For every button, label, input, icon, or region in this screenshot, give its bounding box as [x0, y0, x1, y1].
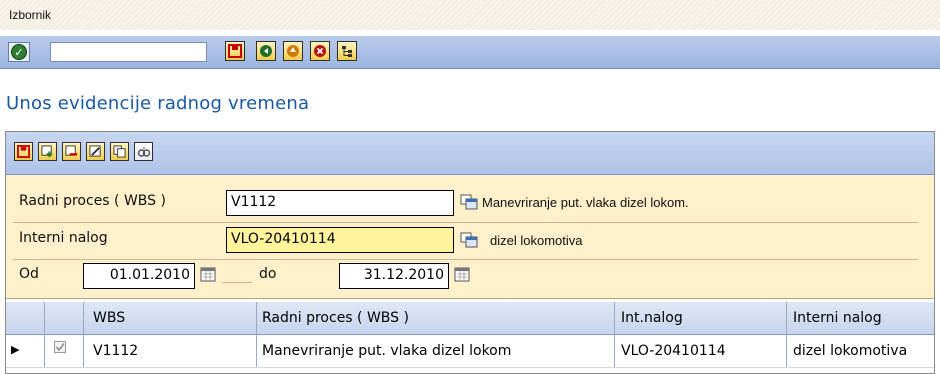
find-icon: [137, 147, 150, 157]
add-row-button[interactable]: [38, 142, 57, 161]
checkmark-icon: ✓: [11, 44, 27, 60]
copy-icon: [113, 145, 126, 158]
column-header[interactable]: Radni proces ( WBS ): [262, 310, 409, 326]
row-checkbox[interactable]: [54, 341, 66, 353]
save-button[interactable]: [225, 41, 245, 61]
order-input[interactable]: VLO-20410114: [226, 227, 454, 253]
calendar-icon[interactable]: [200, 266, 218, 282]
order-description: dizel lokomotiva: [490, 233, 583, 248]
table-header: WBS Radni proces ( WBS ) Int.nalog Inter…: [6, 302, 934, 335]
column-divider: [256, 302, 257, 367]
column-divider: [83, 302, 84, 367]
table-row[interactable]: ▶ V1112 Manevriranje put. vlaka dizel lo…: [6, 335, 934, 368]
form-divider: [13, 222, 918, 223]
column-header[interactable]: Interni nalog: [793, 310, 882, 326]
to-date-input[interactable]: 31.12.2010: [339, 263, 449, 289]
tree-button[interactable]: [337, 41, 357, 61]
order-cell: VLO-20410114: [621, 343, 726, 359]
wbs-label: Radni proces ( WBS ): [19, 193, 166, 209]
order-label: Interni nalog: [19, 230, 108, 246]
edit-button[interactable]: [86, 142, 105, 161]
wbs-cell: V1112: [93, 343, 139, 359]
process-cell: Manevriranje put. vlaka dizel lokom: [262, 343, 512, 359]
calendar-icon[interactable]: [454, 266, 472, 282]
form-divider: [13, 259, 918, 260]
panel-toolbar: [6, 132, 934, 175]
filter-form: Radni proces ( WBS ) V1112 Manevriranje …: [6, 175, 934, 299]
main-toolbar: ✓: [0, 36, 940, 69]
save-icon: [17, 145, 30, 158]
back-button[interactable]: [256, 41, 276, 61]
enter-button[interactable]: ✓: [8, 42, 30, 62]
menu-bar: Izbornik: [0, 0, 940, 30]
exit-button[interactable]: [283, 41, 303, 61]
menu-izbornik[interactable]: Izbornik: [9, 8, 51, 22]
cancel-button[interactable]: [310, 41, 330, 61]
panel-save-button[interactable]: [14, 142, 33, 161]
add-row-icon: [41, 145, 53, 158]
lookup-icon[interactable]: [460, 232, 478, 248]
back-icon: [260, 45, 272, 57]
from-label: Od: [19, 266, 39, 282]
delete-row-button[interactable]: [62, 142, 81, 161]
save-icon: [228, 44, 242, 58]
lookup-icon[interactable]: [460, 194, 478, 210]
entry-panel: Radni proces ( WBS ) V1112 Manevriranje …: [5, 131, 935, 374]
column-divider: [614, 302, 615, 367]
row-selector-icon[interactable]: ▶: [11, 343, 19, 356]
edit-icon: [89, 145, 101, 157]
copy-button[interactable]: [110, 142, 129, 161]
command-field[interactable]: [50, 42, 207, 62]
cancel-icon: [314, 45, 326, 57]
wbs-input[interactable]: V1112: [226, 190, 454, 216]
column-header[interactable]: Int.nalog: [621, 310, 683, 326]
wbs-description: Manevriranje put. vlaka dizel lokom.: [482, 195, 689, 210]
tree-icon: [342, 46, 352, 57]
column-header[interactable]: WBS: [93, 310, 125, 326]
column-divider: [44, 302, 45, 367]
date-separator: [222, 282, 252, 283]
column-divider: [786, 302, 787, 367]
exit-icon: [287, 45, 299, 57]
from-date-input[interactable]: 01.01.2010: [83, 263, 195, 289]
delete-row-icon: [65, 145, 78, 156]
to-label: do: [259, 266, 277, 282]
checkmark-icon: [55, 343, 65, 352]
page-title: Unos evidencije radnog vremena: [6, 93, 310, 114]
order-name-cell: dizel lokomotiva: [793, 343, 908, 359]
find-button[interactable]: [134, 142, 153, 161]
